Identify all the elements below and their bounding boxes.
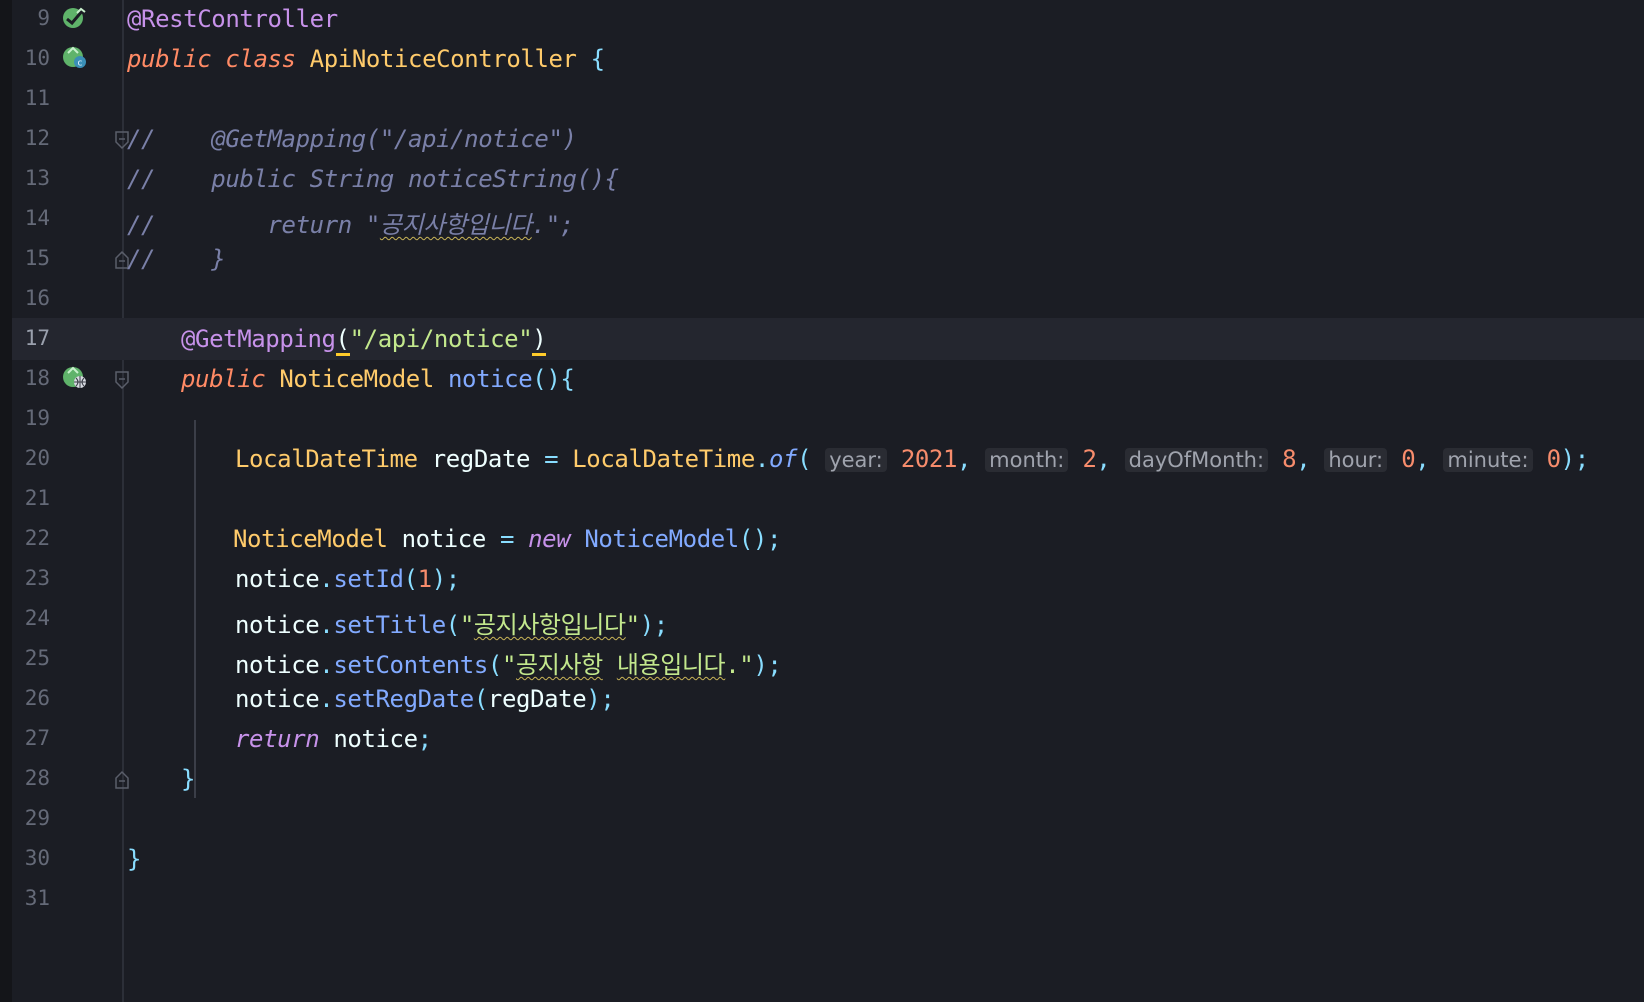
code-text: // @GetMapping("/api/notice") bbox=[127, 125, 577, 153]
code-line-28[interactable]: 28 } bbox=[12, 758, 1644, 800]
code-text: public class ApiNoticeController { bbox=[127, 45, 605, 73]
param-hint-hour: hour: bbox=[1324, 448, 1388, 472]
line-number: 30 bbox=[24, 846, 50, 870]
code-line-13[interactable]: 13 // public String noticeString(){ bbox=[12, 158, 1644, 200]
param-hint-year: year: bbox=[825, 448, 887, 472]
code-text: // } bbox=[127, 245, 226, 273]
code-text: } bbox=[127, 845, 142, 873]
line-number: 15 bbox=[24, 246, 50, 270]
code-line-18[interactable]: 18 public NoticeModel notice(){ bbox=[12, 358, 1644, 400]
fold-collapse-icon[interactable] bbox=[114, 370, 130, 390]
spring-bean-checkmark-icon[interactable] bbox=[62, 4, 88, 30]
code-text: NoticeModel notice = new NoticeModel(); bbox=[233, 525, 782, 553]
spring-web-endpoint-icon[interactable] bbox=[62, 364, 88, 390]
code-text: notice.setRegDate(regDate); bbox=[235, 685, 615, 713]
line-number: 24 bbox=[24, 606, 50, 630]
svg-text:c: c bbox=[78, 59, 83, 69]
code-text: notice.setId(1); bbox=[235, 565, 460, 593]
code-line-15[interactable]: 15 // } bbox=[12, 238, 1644, 280]
line-number: 18 bbox=[24, 366, 50, 390]
code-line-14[interactable]: 14 // return "공지사항입니다."; bbox=[12, 198, 1644, 240]
code-text: // return "공지사항입니다."; bbox=[127, 211, 574, 239]
code-line-24[interactable]: 24 notice.setTitle("공지사항입니다"); bbox=[12, 598, 1644, 640]
code-text: notice.setContents("공지사항 내용입니다."); bbox=[235, 651, 782, 679]
line-number: 31 bbox=[24, 886, 50, 910]
line-number: 29 bbox=[24, 806, 50, 830]
line-number: 28 bbox=[24, 766, 50, 790]
param-hint-minute: minute: bbox=[1443, 448, 1533, 472]
code-text: @GetMapping("/api/notice") bbox=[181, 325, 547, 356]
line-number: 22 bbox=[24, 526, 50, 550]
line-number: 21 bbox=[24, 486, 50, 510]
code-text: } bbox=[181, 765, 196, 793]
line-number: 12 bbox=[24, 126, 50, 150]
matched-paren: ( bbox=[335, 325, 350, 356]
code-line-16[interactable]: 16 bbox=[12, 278, 1644, 320]
code-editor[interactable]: 9 @RestController 10 c public class ApiN… bbox=[0, 0, 1644, 1002]
line-number: 11 bbox=[24, 86, 50, 110]
code-line-30[interactable]: 30 } bbox=[12, 838, 1644, 880]
code-line-22[interactable]: 22 NoticeModel notice = new NoticeModel(… bbox=[12, 518, 1644, 560]
code-line-21[interactable]: 21 bbox=[12, 478, 1644, 520]
param-hint-day-of-month: dayOfMonth: bbox=[1124, 448, 1269, 472]
code-line-23[interactable]: 23 notice.setId(1); bbox=[12, 558, 1644, 600]
code-line-26[interactable]: 26 notice.setRegDate(regDate); bbox=[12, 678, 1644, 720]
code-text: public NoticeModel notice(){ bbox=[181, 365, 575, 393]
code-line-20[interactable]: 20 LocalDateTime regDate = LocalDateTime… bbox=[12, 438, 1644, 480]
code-text: return notice; bbox=[235, 725, 432, 753]
code-line-29[interactable]: 29 bbox=[12, 798, 1644, 840]
code-line-11[interactable]: 11 bbox=[12, 78, 1644, 120]
code-line-25[interactable]: 25 notice.setContents("공지사항 내용입니다."); bbox=[12, 638, 1644, 680]
matched-paren: ) bbox=[532, 325, 547, 356]
line-number: 16 bbox=[24, 286, 50, 310]
spring-bean-class-icon[interactable]: c bbox=[62, 44, 88, 70]
line-number: 10 bbox=[24, 46, 50, 70]
line-number: 17 bbox=[24, 326, 50, 350]
indent-guide bbox=[194, 420, 196, 798]
line-number: 19 bbox=[24, 406, 50, 430]
line-number: 27 bbox=[24, 726, 50, 750]
editor-left-edge bbox=[0, 0, 12, 1002]
code-line-10[interactable]: 10 c public class ApiNoticeController { bbox=[12, 38, 1644, 80]
line-number: 23 bbox=[24, 566, 50, 590]
param-hint-month: month: bbox=[985, 448, 1069, 472]
line-number: 13 bbox=[24, 166, 50, 190]
line-number: 26 bbox=[24, 686, 50, 710]
code-text: // public String noticeString(){ bbox=[127, 165, 619, 193]
code-line-27[interactable]: 27 return notice; bbox=[12, 718, 1644, 760]
code-text: notice.setTitle("공지사항입니다"); bbox=[235, 611, 668, 639]
fold-end-icon[interactable] bbox=[114, 770, 130, 790]
code-line-17[interactable]: 17 @GetMapping("/api/notice") bbox=[12, 318, 1644, 360]
line-number: 25 bbox=[24, 646, 50, 670]
line-number: 14 bbox=[24, 206, 50, 230]
code-line-31[interactable]: 31 bbox=[12, 878, 1644, 920]
code-text: LocalDateTime regDate = LocalDateTime.of… bbox=[235, 445, 1589, 473]
line-number: 9 bbox=[37, 6, 50, 30]
code-line-12[interactable]: 12 // @GetMapping("/api/notice") bbox=[12, 118, 1644, 160]
line-number: 20 bbox=[24, 446, 50, 470]
code-text: @RestController bbox=[127, 5, 338, 33]
code-line-9[interactable]: 9 @RestController bbox=[12, 0, 1644, 40]
code-line-19[interactable]: 19 bbox=[12, 398, 1644, 440]
